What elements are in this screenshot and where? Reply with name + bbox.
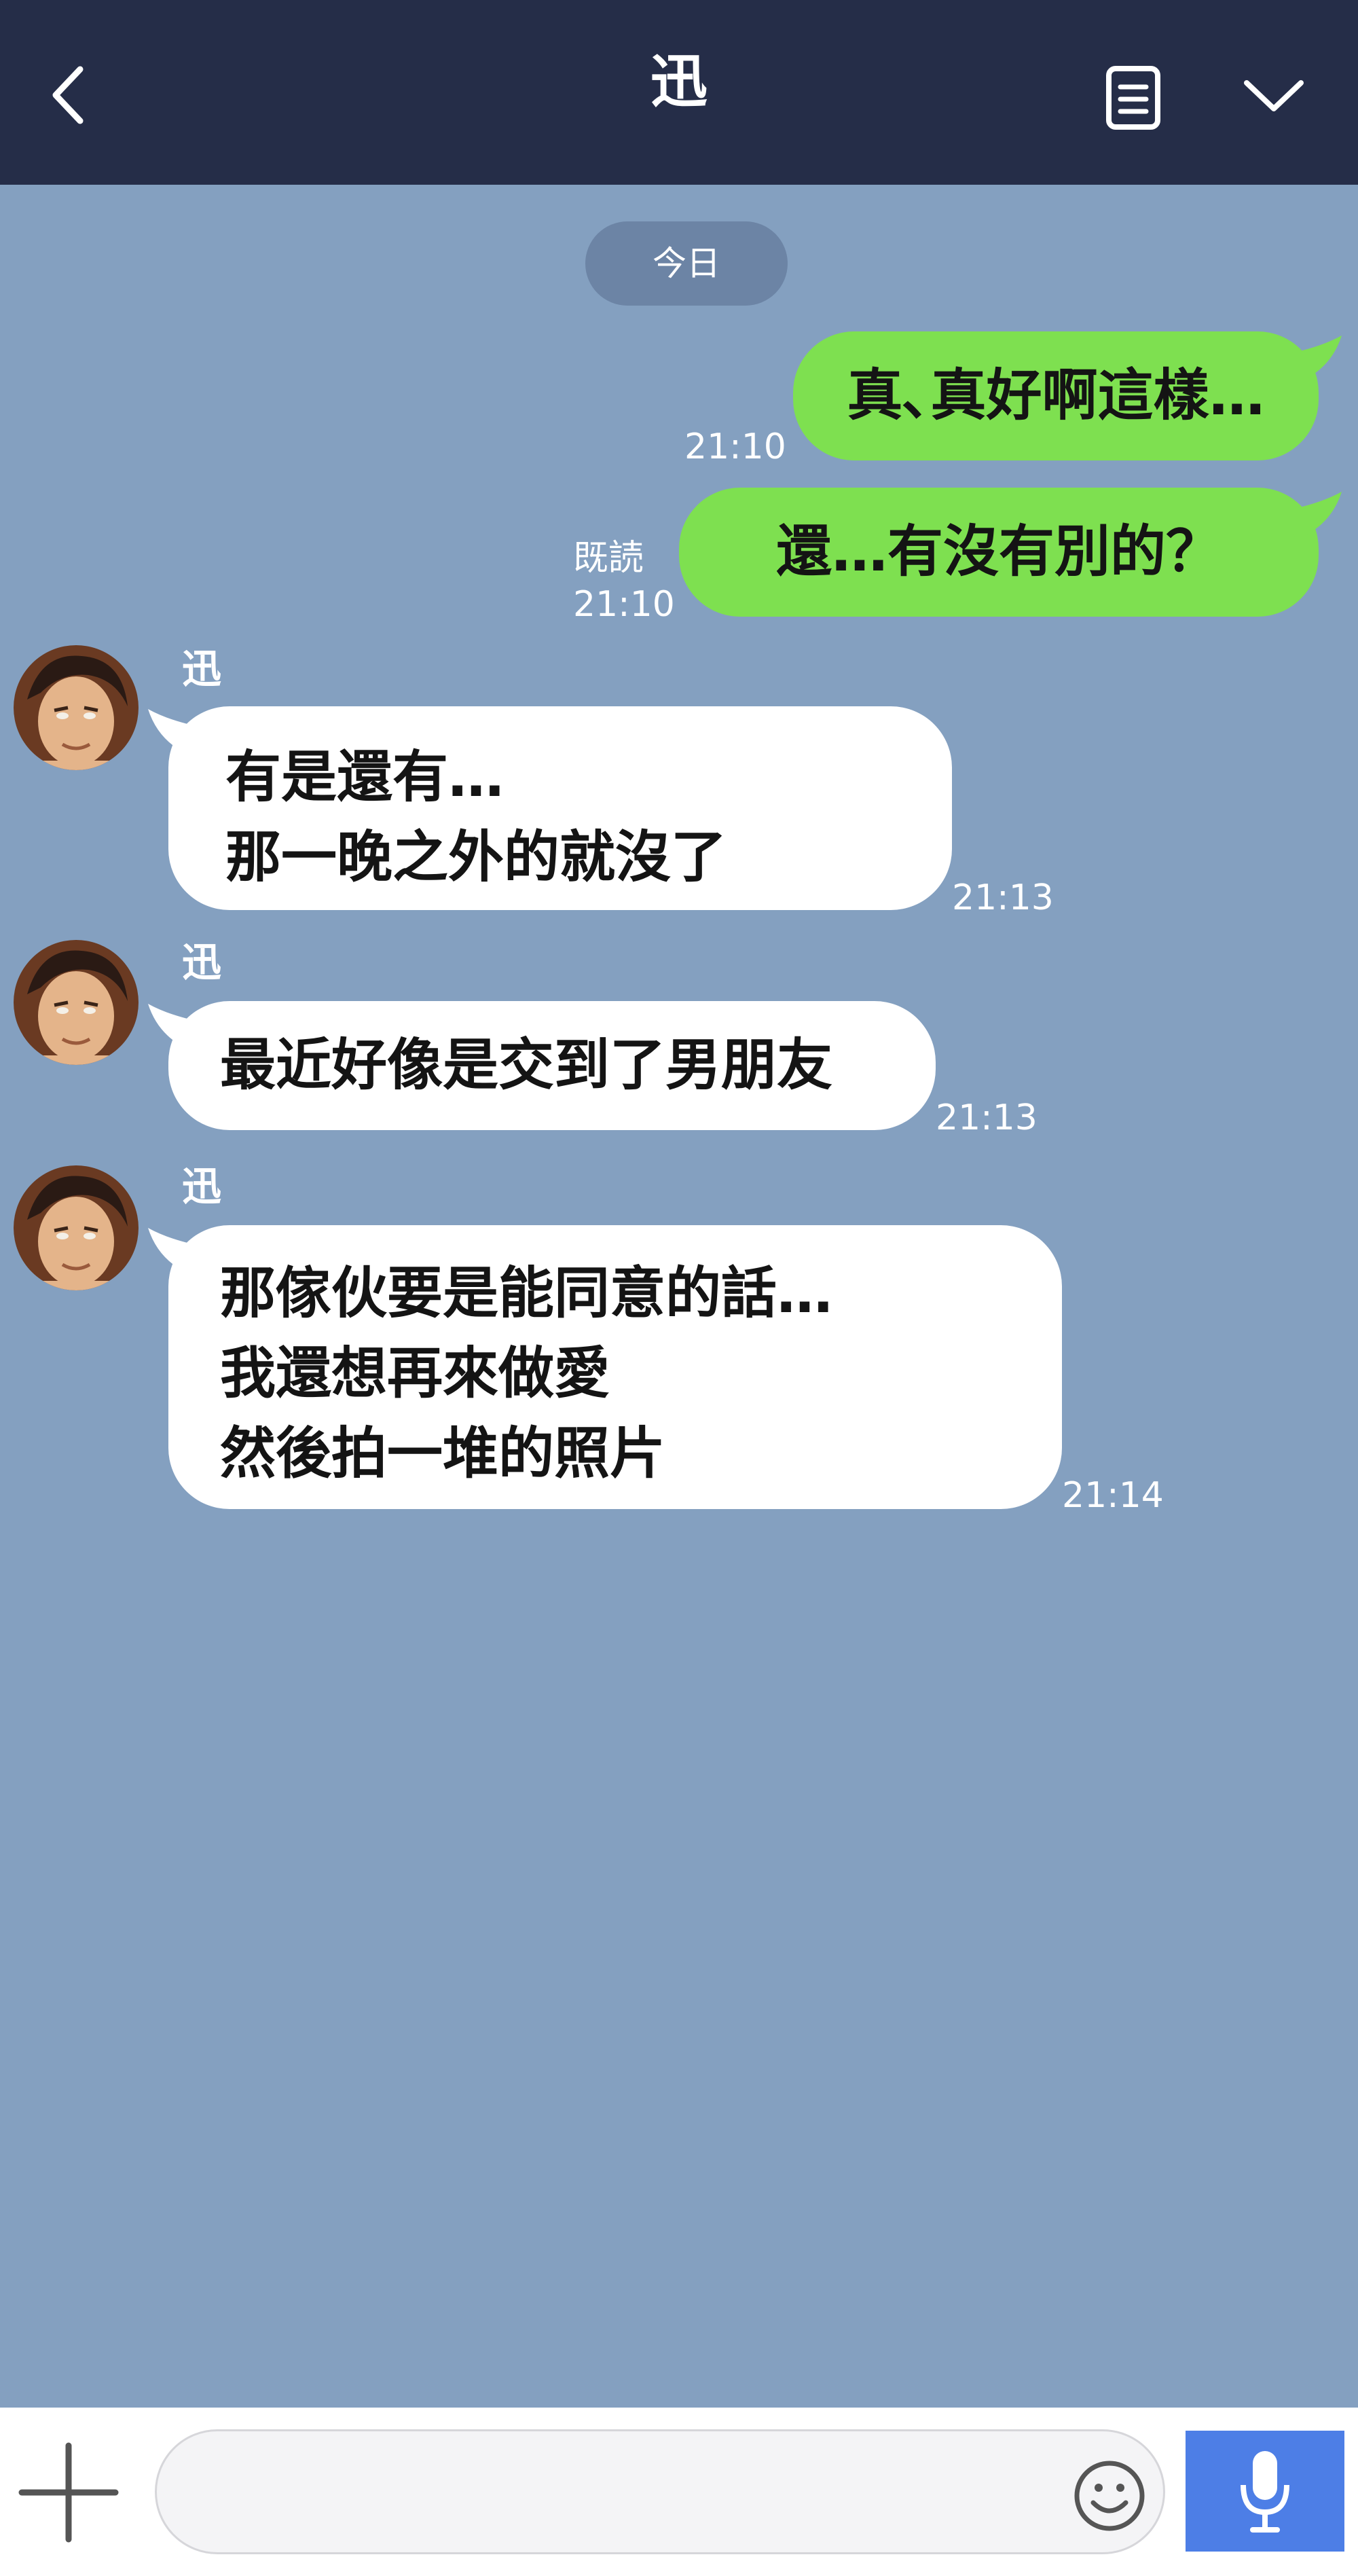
sender-name: 迅 (182, 939, 222, 985)
notes-icon (1106, 66, 1160, 130)
chat-header: 迅 (0, 0, 1358, 185)
message-time: 21:10 (684, 427, 786, 467)
message-bubble[interactable]: 有是還有… 那一晚之外的就沒了 (168, 706, 952, 910)
message-line: 有是還有… (225, 745, 504, 810)
sender-name: 迅 (182, 1163, 222, 1210)
chevron-down-icon (1244, 80, 1304, 111)
message-input[interactable] (155, 2429, 1165, 2554)
sender-name: 迅 (182, 646, 222, 692)
message-text: 真､真好啊這樣… (847, 363, 1265, 428)
message-line: 我還想再來做愛 (220, 1341, 610, 1406)
attach-button[interactable] (18, 2442, 120, 2543)
avatar[interactable] (14, 1165, 139, 1290)
microphone-icon (1241, 2451, 1289, 2533)
message-time: 21:13 (952, 877, 1054, 918)
message-time: 21:14 (1062, 1475, 1164, 1516)
message-line: 那傢伙要是能同意的話… (220, 1261, 833, 1326)
emoji-icon (1074, 2461, 1145, 2531)
message-line: 那一晚之外的就沒了 (225, 825, 727, 890)
input-bar (0, 2408, 1358, 2576)
message-line: 最近好像是交到了男朋友 (220, 1033, 833, 1097)
message-bubble[interactable]: 還…有沒有別的？ (679, 488, 1319, 617)
message-time: 21:10 (573, 584, 675, 625)
message-text: 還…有沒有別的？ (775, 520, 1222, 584)
plus-icon (18, 2442, 119, 2543)
message-bubble[interactable]: 那傢伙要是能同意的話… 我還想再來做愛 然後拍一堆的照片 (168, 1225, 1062, 1509)
message-line: 然後拍一堆的照片 (220, 1421, 666, 1486)
menu-toggle-button[interactable] (1240, 75, 1308, 115)
notes-button[interactable] (1105, 65, 1161, 130)
message-bubble[interactable]: 真､真好啊這樣… (793, 331, 1319, 460)
message-bubble[interactable]: 最近好像是交到了男朋友 (168, 1001, 936, 1130)
message-time: 21:13 (936, 1097, 1038, 1138)
bubble-tail (1277, 335, 1342, 383)
read-receipt: 既読 (573, 538, 644, 579)
avatar[interactable] (14, 645, 139, 770)
date-divider: 今日 (585, 221, 788, 306)
emoji-button[interactable] (1071, 2458, 1148, 2534)
bubble-tail (1277, 492, 1342, 539)
avatar[interactable] (14, 940, 139, 1065)
voice-button[interactable] (1186, 2431, 1344, 2552)
